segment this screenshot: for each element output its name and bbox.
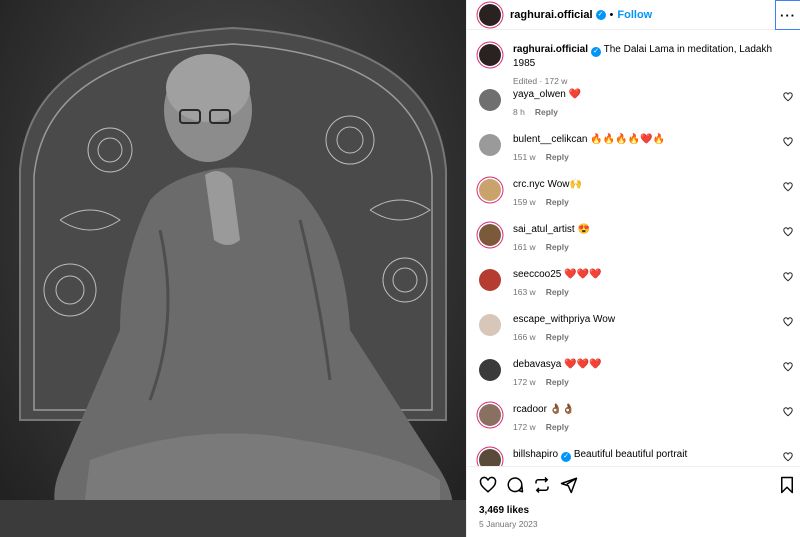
comment-username[interactable]: yaya_olwen bbox=[513, 89, 566, 100]
caption-avatar[interactable] bbox=[479, 44, 501, 66]
author-avatar[interactable] bbox=[479, 3, 501, 26]
reply-button[interactable]: Reply bbox=[535, 107, 558, 117]
monk-meditation-photo bbox=[0, 26, 466, 537]
comment-text: Wow🙌 bbox=[547, 179, 582, 190]
comment-text: ❤️❤️❤️ bbox=[564, 359, 602, 370]
comment-icon[interactable] bbox=[506, 476, 524, 494]
comment-time[interactable]: 166 w bbox=[513, 332, 536, 342]
post-header: raghurai.official ✓ • Follow ··· bbox=[467, 0, 800, 30]
reply-button[interactable]: Reply bbox=[546, 197, 569, 207]
comment-row: yaya_olwen ❤️ 8 h Reply bbox=[479, 88, 793, 117]
separator: • bbox=[609, 8, 614, 21]
caption-username[interactable]: raghurai.official bbox=[513, 44, 588, 55]
comment-time[interactable]: 163 w bbox=[513, 287, 536, 297]
reply-button[interactable]: Reply bbox=[546, 377, 569, 387]
comment-like-heart-icon[interactable] bbox=[783, 92, 793, 105]
post-photo[interactable] bbox=[0, 0, 466, 537]
reply-button[interactable]: Reply bbox=[546, 422, 569, 432]
comment-username[interactable]: rcadoor bbox=[513, 404, 547, 415]
comment-text: ❤️ bbox=[568, 89, 582, 100]
reply-button[interactable]: Reply bbox=[546, 287, 569, 297]
repost-icon[interactable] bbox=[533, 476, 551, 494]
caption-row: raghurai.official ✓ The Dalai Lama in med… bbox=[479, 43, 793, 86]
comment-row: rcadoor 👌🏾👌🏾 172 w Reply bbox=[479, 403, 793, 432]
follow-button[interactable]: Follow bbox=[617, 9, 652, 21]
comment-time[interactable]: 172 w bbox=[513, 422, 536, 432]
post-date[interactable]: 5 January 2023 bbox=[479, 519, 538, 529]
caption-meta: Edited · 172 w bbox=[513, 76, 568, 86]
comment-row: billshapiro ✓ Beautiful beautiful portrai… bbox=[479, 448, 793, 466]
more-options-button[interactable]: ··· bbox=[775, 0, 800, 30]
likes-count[interactable]: 3,469 likes bbox=[479, 505, 529, 516]
comment-text: 👌🏾👌🏾 bbox=[549, 404, 575, 415]
comment-like-heart-icon[interactable] bbox=[783, 452, 793, 465]
comment-avatar[interactable] bbox=[479, 314, 501, 336]
comment-username[interactable]: crc.nyc bbox=[513, 179, 545, 190]
comment-like-heart-icon[interactable] bbox=[783, 227, 793, 240]
comment-text: 😍 bbox=[577, 224, 590, 235]
comment-avatar[interactable] bbox=[479, 179, 501, 201]
reply-button[interactable]: Reply bbox=[546, 332, 569, 342]
comment-username[interactable]: debavasya bbox=[513, 359, 561, 370]
verified-badge-icon: ✓ bbox=[561, 452, 572, 462]
comment-row: escape_withpriya Wow 166 w Reply bbox=[479, 313, 793, 342]
comment-like-heart-icon[interactable] bbox=[783, 317, 793, 330]
comment-avatar[interactable] bbox=[479, 359, 501, 381]
heart-icon[interactable] bbox=[479, 476, 497, 494]
comments-list[interactable]: raghurai.official ✓ The Dalai Lama in med… bbox=[467, 30, 800, 466]
comment-like-heart-icon[interactable] bbox=[783, 137, 793, 150]
comment-row: seeccoo25 ❤️❤️❤️ 163 w Reply bbox=[479, 268, 793, 297]
comment-avatar[interactable] bbox=[479, 89, 501, 111]
reply-button[interactable]: Reply bbox=[546, 242, 569, 252]
verified-badge-icon: ✓ bbox=[595, 9, 606, 20]
comment-username[interactable]: sai_atul_artist bbox=[513, 224, 575, 235]
comment-time[interactable]: 161 w bbox=[513, 242, 536, 252]
comment-like-heart-icon[interactable] bbox=[783, 362, 793, 375]
comment-time[interactable]: 151 w bbox=[513, 152, 536, 162]
comment-row: sai_atul_artist 😍 161 w Reply bbox=[479, 223, 793, 252]
comment-time[interactable]: 159 w bbox=[513, 197, 536, 207]
comment-username[interactable]: seeccoo25 bbox=[513, 269, 561, 280]
comment-text: Wow bbox=[593, 314, 616, 325]
comment-time[interactable]: 172 w bbox=[513, 377, 536, 387]
verified-badge-icon: ✓ bbox=[591, 47, 602, 57]
comment-like-heart-icon[interactable] bbox=[783, 182, 793, 195]
bookmark-icon[interactable] bbox=[779, 476, 795, 494]
share-icon[interactable] bbox=[560, 476, 578, 494]
comment-row: crc.nyc Wow🙌 159 w Reply bbox=[479, 178, 793, 207]
comment-username[interactable]: billshapiro bbox=[513, 449, 558, 460]
comment-text: 🔥🔥🔥🔥❤️🔥 bbox=[590, 134, 665, 145]
comment-avatar[interactable] bbox=[479, 404, 501, 426]
post-side-panel: raghurai.official ✓ • Follow ··· raghura… bbox=[466, 0, 800, 537]
action-bar: 3,469 likes 5 January 2023 bbox=[467, 466, 800, 537]
comment-row: bulent__celikcan 🔥🔥🔥🔥❤️🔥 151 w Reply bbox=[479, 133, 793, 162]
comment-text: ❤️❤️❤️ bbox=[564, 269, 602, 280]
instagram-post-view: raghurai.official ✓ • Follow ··· raghura… bbox=[0, 0, 800, 537]
comment-avatar[interactable] bbox=[479, 224, 501, 246]
author-username[interactable]: raghurai.official bbox=[510, 9, 593, 21]
reply-button[interactable]: Reply bbox=[546, 152, 569, 162]
comment-avatar[interactable] bbox=[479, 134, 501, 156]
comment-username[interactable]: bulent__celikcan bbox=[513, 134, 588, 145]
comment-avatar[interactable] bbox=[479, 269, 501, 291]
comment-text: Beautiful beautiful portrait bbox=[573, 449, 688, 460]
comment-username[interactable]: escape_withpriya bbox=[513, 314, 590, 325]
comment-avatar[interactable] bbox=[479, 449, 501, 466]
comment-row: debavasya ❤️❤️❤️ 172 w Reply bbox=[479, 358, 793, 387]
comment-like-heart-icon[interactable] bbox=[783, 407, 793, 420]
comment-like-heart-icon[interactable] bbox=[783, 272, 793, 285]
comment-time[interactable]: 8 h bbox=[513, 107, 525, 117]
